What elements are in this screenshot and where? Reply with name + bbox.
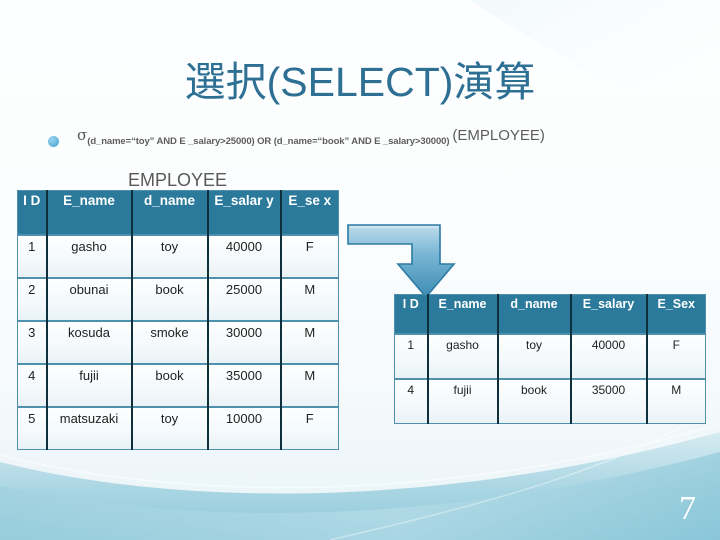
cell-id: 1 [17,234,47,278]
table-row: 2 obunai book 25000 M [17,277,339,321]
cell-e-sex: F [279,234,339,278]
table-row: 4 fujii book 35000 M [17,363,339,407]
cell-d-name: book [496,378,571,424]
result-table: I D E_name d_name E_salary E_Sex 1 gasho… [394,294,706,424]
cell-e-name: kosuda [45,320,132,364]
selection-condition: (d_name=“toy” AND E _salary>25000) OR (d… [87,136,450,147]
bullet-dot-icon [48,136,59,147]
column-header-e-sex: E_se x [279,190,339,235]
cell-e-name: gasho [426,333,498,379]
cell-d-name: smoke [130,320,208,364]
cell-e-salary: 35000 [569,378,647,424]
cell-e-salary: 40000 [569,333,647,379]
cell-d-name: toy [130,406,208,450]
page-number: 7 [679,490,696,527]
cell-e-salary: 10000 [206,406,281,450]
table-row: 1 gasho toy 40000 F [394,333,706,379]
cell-e-sex: M [645,378,706,424]
column-header-id: I D [17,190,47,235]
cell-e-salary: 35000 [206,363,281,407]
cell-d-name: toy [496,333,571,379]
column-header-e-name: E_name [426,294,498,334]
cell-d-name: toy [130,234,208,278]
cell-id: 1 [394,333,428,379]
table-row: 1 gasho toy 40000 F [17,234,339,278]
column-header-e-name: E_name [45,190,132,235]
relation-name: (EMPLOYEE) [452,127,545,144]
table-header-row: I D E_name d_name E_salary E_Sex [394,294,706,334]
selection-formula: σ(d_name=“toy” AND E _salary>25000) OR (… [77,126,545,147]
cell-id: 2 [17,277,47,321]
employee-table-caption: EMPLOYEE [127,170,228,190]
sigma-operator: σ [77,126,88,144]
formula-bullet-row: σ(d_name=“toy” AND E _salary>25000) OR (… [48,126,698,156]
cell-e-sex: M [279,320,339,364]
table-row: 4 fujii book 35000 M [394,378,706,424]
column-header-e-sex: E_Sex [645,294,706,334]
column-header-d-name: d_name [496,294,571,334]
column-header-d-name: d_name [130,190,208,235]
cell-e-sex: F [279,406,339,450]
cell-id: 4 [394,378,428,424]
cell-e-sex: M [279,363,339,407]
column-header-id: I D [394,294,428,334]
table-row: 3 kosuda smoke 30000 M [17,320,339,364]
column-header-e-salary: E_salary [569,294,647,334]
cell-e-sex: M [279,277,339,321]
table-row: 5 matsuzaki toy 10000 F [17,406,339,450]
cell-e-salary: 25000 [206,277,281,321]
cell-e-name: gasho [45,234,132,278]
employee-table: I D E_name d_name E_salar y E_se x 1 gas… [17,190,339,450]
elbow-arrow-right-down-icon [347,224,456,299]
page-title: 選択(SELECT)演算 [184,59,536,105]
cell-id: 5 [17,406,47,450]
cell-e-salary: 30000 [206,320,281,364]
cell-d-name: book [130,277,208,321]
table-header-row: I D E_name d_name E_salar y E_se x [17,190,339,235]
slide-canvas: 選択(SELECT)演算 σ(d_name=“toy” AND E _salar… [0,0,720,540]
cell-e-name: obunai [45,277,132,321]
column-header-e-salary: E_salar y [206,190,281,235]
cell-id: 4 [17,363,47,407]
cell-e-sex: F [645,333,706,379]
cell-e-name: fujii [426,378,498,424]
cell-e-name: matsuzaki [45,406,132,450]
cell-e-name: fujii [45,363,132,407]
cell-d-name: book [130,363,208,407]
cell-e-salary: 40000 [206,234,281,278]
cell-id: 3 [17,320,47,364]
